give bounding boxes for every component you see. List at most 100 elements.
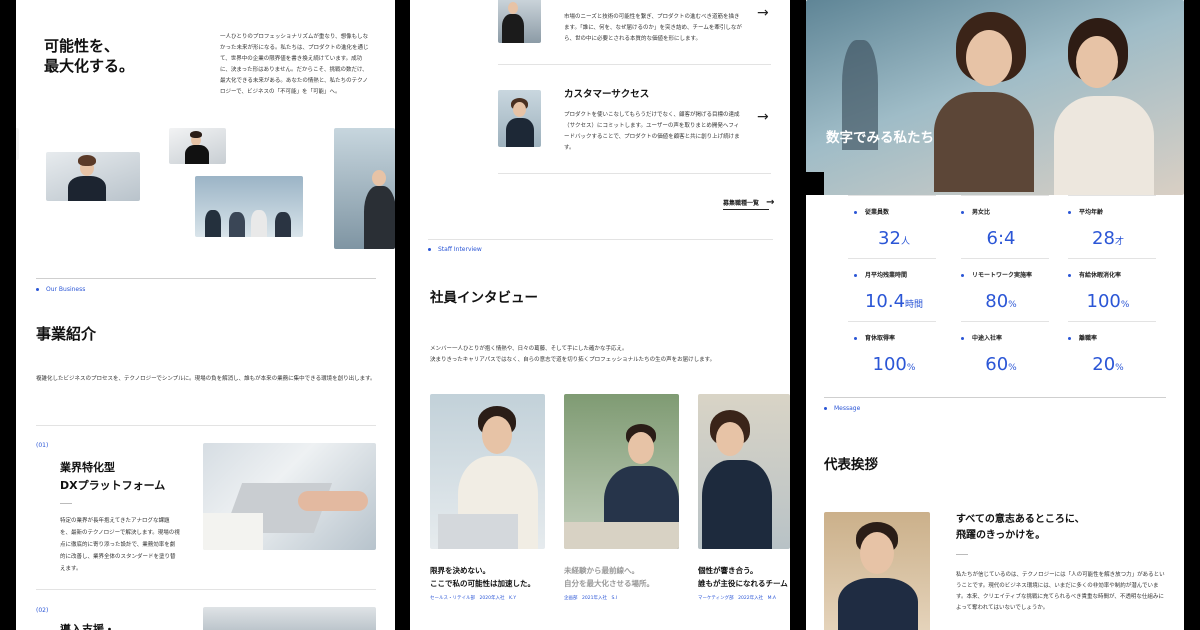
- stat-employees: 従業員数 32人: [854, 207, 934, 249]
- panel-numbers-message: 数字でみる私たち 従業員数 32人 男女比 6:4 平均年齢 28才 月平均残業…: [806, 0, 1184, 630]
- business-title: 事業紹介: [36, 325, 97, 343]
- stat-label: 中途入社率: [961, 333, 1041, 342]
- interview-card-1-title[interactable]: 限界を決めない。 ここで私の可能性は加速した。: [430, 564, 535, 590]
- stat-unit: 人: [900, 237, 910, 247]
- item1-title-line1: 業界特化型: [60, 461, 115, 474]
- short-divider: [60, 503, 72, 504]
- business-label: Our Business: [36, 286, 85, 293]
- stat-label: 男女比: [961, 207, 1041, 216]
- divider: [36, 425, 376, 426]
- item1-title: 業界特化型 DXプラットフォーム: [60, 459, 165, 495]
- item2-number: (02): [36, 607, 49, 614]
- interview-text: メンバー一人ひとりが抱く情熱や、日々の葛藤、そして手にした確かな手応え。 決まり…: [430, 344, 780, 366]
- card3-title-line2: 誰もが主役になれるチーム: [698, 579, 788, 588]
- interview-card-2-photo[interactable]: [564, 394, 679, 549]
- stat-unit: %: [1120, 300, 1130, 310]
- photo-job-top: [498, 0, 541, 43]
- stat-label: 離職率: [1068, 333, 1148, 342]
- panel-corporate-top: 可能性を、 最大化する。 一人ひとりのプロフェッショナリズムが重なり、想像もしな…: [16, 0, 395, 630]
- divider: [961, 195, 1049, 196]
- message-title: 代表挨拶: [824, 457, 878, 473]
- photo-corner: [806, 172, 824, 195]
- divider: [1068, 195, 1156, 196]
- card2-title-line2: 自分を最大化させる場所。: [564, 579, 654, 588]
- stat-number: 100: [872, 354, 907, 375]
- card3-title-line1: 個性が響き合う。: [698, 566, 758, 575]
- interview-card-2-title[interactable]: 未経験から最前線へ。 自分を最大化させる場所。: [564, 564, 654, 590]
- stat-number: 20: [1092, 354, 1116, 375]
- stat-number: 28: [1092, 228, 1115, 249]
- stat-paid-leave: 有給休暇消化率 100%: [1068, 270, 1148, 312]
- item2-title: 導入支援・: [60, 623, 115, 630]
- stat-label: 平均年齢: [1068, 207, 1148, 216]
- card1-title-line1: 限界を決めない。: [430, 566, 490, 575]
- hero-title-line2: 最大化する。: [44, 57, 135, 75]
- panel-jobs-interview: 市場のニーズと技術の可能性を繋ぎ、プロダクトの進むべき道筋を描きます。「誰に、何…: [410, 0, 790, 630]
- greeting-line1: すべての意志あるところに、: [956, 514, 1085, 525]
- interview-title: 社員インタビュー: [430, 290, 538, 306]
- interview-card-2-meta: 企画部 2021年入社 S.I: [564, 596, 618, 601]
- divider: [498, 173, 771, 174]
- interview-card-1-photo[interactable]: [430, 394, 545, 549]
- stat-label: 月平均残業時間: [854, 270, 934, 279]
- hero-title-line1: 可能性を、: [44, 37, 120, 55]
- arrow-right-icon[interactable]: →: [757, 5, 769, 21]
- interview-card-3-title[interactable]: 個性が響き合う。 誰もが主役になれるチーム: [698, 564, 788, 590]
- interview-text-line1: メンバー一人ひとりが抱く情熱や、日々の葛藤、そして手にした確かな手応え。: [430, 346, 628, 352]
- stat-value: 100%: [1068, 291, 1148, 312]
- job-top-text: 市場のニーズと技術の可能性を繋ぎ、プロダクトの進むべき道筋を描きます。「誰に、何…: [564, 14, 742, 42]
- divider: [848, 258, 936, 259]
- job-title[interactable]: カスタマーサクセス: [564, 86, 649, 100]
- link-underline: [723, 209, 769, 210]
- photo-ceo: [824, 512, 930, 630]
- photo-fragment-left: [16, 128, 19, 160]
- stat-unit: %: [1008, 300, 1017, 310]
- stat-gender-ratio: 男女比 6:4: [961, 207, 1041, 249]
- job-list-link-label: 募集職種一覧: [723, 200, 760, 207]
- stat-value: 28才: [1068, 228, 1148, 249]
- arrow-right-icon[interactable]: →: [757, 109, 769, 125]
- stat-label: 従業員数: [854, 207, 934, 216]
- divider: [498, 64, 771, 65]
- divider: [848, 321, 936, 322]
- numbers-title: 数字でみる私たち: [826, 130, 934, 146]
- stat-unit: %: [1008, 363, 1017, 373]
- interview-card-3-meta: マーケティング部 2022年入社 M.A: [698, 596, 776, 601]
- photo-laptop-typing: [203, 443, 376, 550]
- photo-team-meeting: [195, 176, 303, 237]
- job-list-link[interactable]: 募集職種一覧 →: [723, 197, 775, 208]
- stat-value: 100%: [854, 354, 934, 375]
- divider: [36, 589, 376, 590]
- stat-unit: 才: [1114, 237, 1124, 247]
- stat-unit: %: [1115, 363, 1124, 373]
- divider: [1068, 321, 1156, 322]
- stat-label: 育休取得率: [854, 333, 934, 342]
- stat-number: 10.4: [864, 291, 906, 312]
- divider: [824, 397, 1166, 398]
- stat-value: 10.4時間: [854, 291, 934, 312]
- stat-number: 32: [878, 228, 901, 249]
- divider: [36, 278, 376, 279]
- stat-value: 6:4: [961, 228, 1041, 249]
- short-divider: [956, 554, 968, 555]
- divider: [961, 321, 1049, 322]
- stat-value: 32人: [854, 228, 934, 249]
- item1-title-line2: DXプラットフォーム: [60, 479, 166, 492]
- item1-text: 特定の業界が長年抱えてきたアナログな課題を、最新のテクノロジーで解決します。現場…: [60, 518, 180, 572]
- stat-mid-career: 中途入社率 60%: [961, 333, 1041, 375]
- stat-remote-work: リモートワーク実施率 80%: [961, 270, 1041, 312]
- stat-number: 100: [1086, 291, 1121, 312]
- stat-childcare-leave: 育休取得率 100%: [854, 333, 934, 375]
- hero-title: 可能性を、 最大化する。: [44, 36, 134, 76]
- photo-man-window: [334, 128, 395, 249]
- stat-value: 60%: [961, 354, 1041, 375]
- interview-card-3-photo[interactable]: [698, 394, 790, 549]
- photo-man-desk: [169, 128, 226, 164]
- job-text: プロダクトを使いこなしてもらうだけでなく、顧客が掲げる目標の達成（サクセス）にコ…: [564, 112, 740, 151]
- stat-value: 80%: [961, 291, 1041, 312]
- message-label: Message: [824, 405, 860, 412]
- stat-unit: %: [906, 363, 916, 373]
- greeting-title: すべての意志あるところに、 飛躍のきっかけを。: [956, 512, 1085, 544]
- divider: [428, 239, 773, 240]
- arrow-right-icon: →: [766, 197, 775, 208]
